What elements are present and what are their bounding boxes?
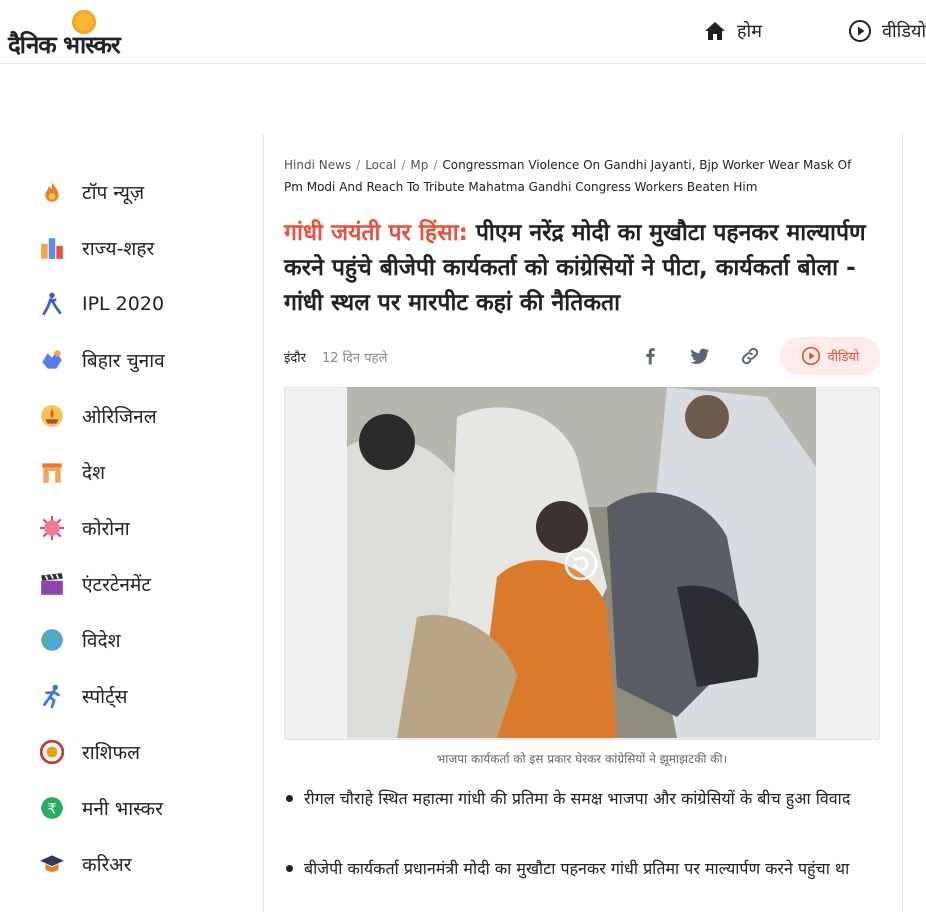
- photo-caption: भाजपा कार्यकर्ता को इस प्रकार घेरकर कांग…: [436, 752, 728, 766]
- india-gate-icon: [38, 458, 66, 486]
- facebook-share-button[interactable]: [634, 340, 666, 372]
- video-button-label: वीडियो: [827, 350, 860, 365]
- play-circle-icon: [801, 346, 820, 366]
- breadcrumb-separator: /: [356, 158, 361, 172]
- graduation-cap-icon: [38, 850, 66, 878]
- flame-icon: [38, 178, 66, 206]
- article-city: इंदौर: [284, 351, 306, 366]
- diya-icon: [38, 402, 66, 430]
- video-button[interactable]: वीडियो: [780, 337, 880, 375]
- sidebar-item-corona[interactable]: कोरोना: [38, 508, 130, 548]
- sidebar-item-label: राज्य-शहर: [82, 238, 155, 260]
- article-headline: गांधी जयंती पर हिंसा: पीएम नरेंद्र मोदी …: [284, 216, 880, 321]
- sidebar-item-sports[interactable]: स्पोर्ट्स: [38, 676, 128, 716]
- svg-text:₹: ₹: [48, 801, 57, 817]
- globe-icon: [38, 626, 66, 654]
- virus-icon: [38, 514, 66, 542]
- cricket-icon: [38, 290, 66, 318]
- sidebar-item-label: मनी भास्कर: [82, 798, 163, 820]
- sidebar-item-label: कोरोना: [82, 518, 130, 540]
- sidebar-item-original[interactable]: ओरिजिनल: [38, 396, 157, 436]
- sidebar-item-label: स्पोर्ट्स: [82, 686, 128, 708]
- headline-kicker: गांधी जयंती पर हिंसा:: [284, 220, 468, 246]
- sidebar-item-label: एंटरटेनमेंट: [82, 574, 151, 596]
- city-icon: [38, 234, 66, 262]
- breadcrumb-separator: /: [401, 158, 406, 172]
- article-meta: इंदौर 12 दिन पहले: [284, 344, 387, 370]
- site-logo[interactable]: दैनिक भास्कर: [8, 6, 158, 59]
- article-photo[interactable]: [347, 387, 816, 738]
- nav-home[interactable]: होम: [703, 16, 762, 46]
- home-icon: [705, 22, 725, 40]
- breadcrumb-link[interactable]: Mp: [410, 158, 428, 172]
- sidebar-item-horoscope[interactable]: राशिफल: [38, 732, 140, 772]
- sidebar-item-label: राशिफल: [82, 742, 141, 764]
- nav-video-label: वीडियो: [882, 21, 926, 42]
- clapperboard-icon: [38, 570, 66, 598]
- sidebar-item-country[interactable]: देश: [38, 452, 105, 492]
- sidebar-item-label: IPL 2020: [82, 293, 165, 315]
- replay-icon[interactable]: [563, 546, 599, 582]
- copy-link-button[interactable]: [734, 340, 766, 372]
- link-icon: [741, 347, 759, 365]
- breadcrumb-link[interactable]: Hindi News: [284, 158, 351, 172]
- play-circle-icon: [849, 20, 871, 42]
- logo-text: दैनिक भास्कर: [8, 31, 121, 59]
- sidebar-item-career[interactable]: करिअर: [38, 844, 132, 884]
- sidebar-item-ipl[interactable]: IPL 2020: [38, 284, 164, 324]
- twitter-share-button[interactable]: [684, 340, 716, 372]
- sidebar-item-entertainment[interactable]: एंटरटेनमेंट: [38, 564, 151, 604]
- nav-home-label: होम: [737, 21, 762, 42]
- runner-icon: [38, 682, 66, 710]
- sidebar-item-top-news[interactable]: टॉप न्यूज़: [38, 172, 144, 212]
- site-header: दैनिक भास्कर होम वीडियो: [0, 0, 926, 64]
- sidebar-item-state-city[interactable]: राज्य-शहर: [38, 228, 154, 268]
- sidebar-item-money-bhaskar[interactable]: ₹ मनी भास्कर: [38, 788, 163, 828]
- nav-video[interactable]: वीडियो: [848, 16, 926, 46]
- sidebar-item-label: विदेश: [82, 630, 121, 652]
- breadcrumb-separator: /: [433, 158, 438, 172]
- sidebar-item-bihar-election[interactable]: बिहार चुनाव: [38, 340, 165, 380]
- breadcrumb-link[interactable]: Local: [365, 158, 396, 172]
- sidebar-item-label: देश: [82, 462, 106, 484]
- breadcrumb: Hindi News / Local / Mp / Congressman Violence…: [284, 154, 874, 198]
- list-item: बीजेपी कार्यकर्ता प्रधानमंत्री मोदी का म…: [284, 854, 880, 884]
- article-time: 12 दिन पहले: [321, 351, 388, 366]
- sidebar-item-label: करिअर: [82, 854, 132, 876]
- content-divider-left: [263, 134, 264, 912]
- list-item: रीगल चौराहे स्थित महात्मा गांधी की प्रति…: [284, 784, 880, 814]
- sidebar-item-label: ओरिजिनल: [82, 406, 157, 428]
- sidebar-item-label: टॉप न्यूज़: [82, 182, 145, 204]
- rupee-icon: ₹: [38, 794, 66, 822]
- twitter-icon: [690, 348, 710, 364]
- election-icon: [38, 346, 66, 374]
- sidebar-item-label: बिहार चुनाव: [82, 350, 165, 372]
- content-divider-right: [902, 134, 903, 912]
- sidebar-item-world[interactable]: विदेश: [38, 620, 121, 660]
- zodiac-icon: [38, 738, 66, 766]
- facebook-icon: [646, 348, 655, 365]
